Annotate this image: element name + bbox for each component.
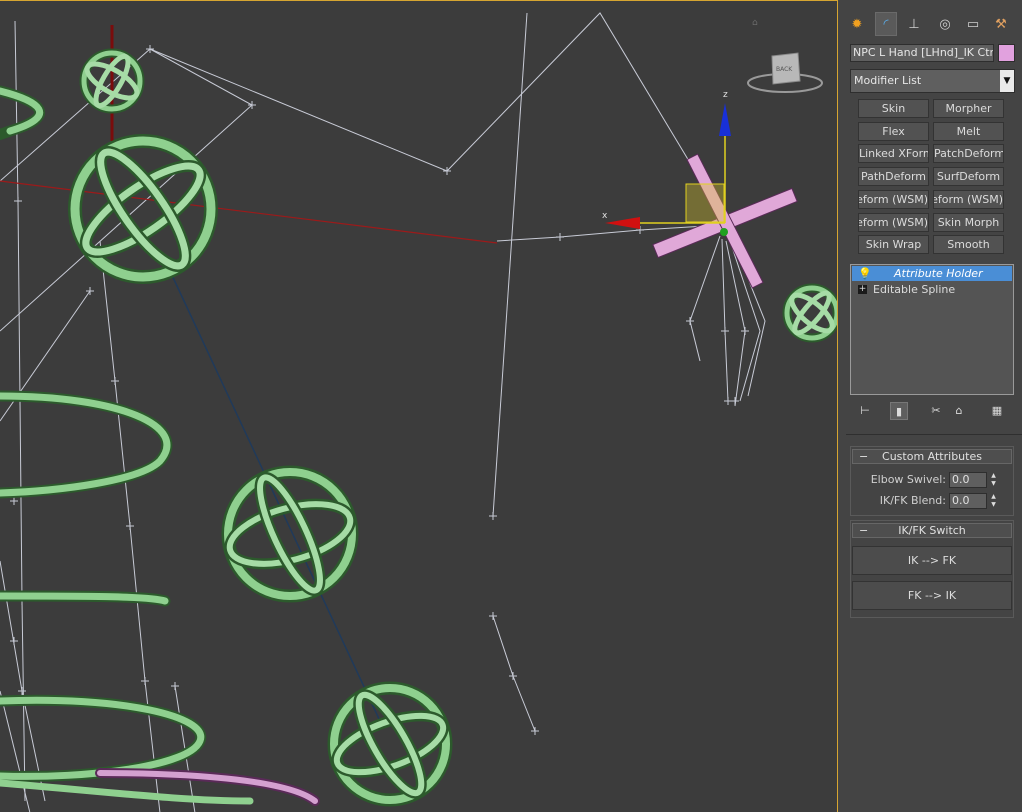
pin-stack-icon[interactable]: ⊢: [856, 402, 874, 420]
modifier-button-melt[interactable]: Melt: [933, 122, 1004, 141]
stack-item-editable-spline[interactable]: + Editable Spline: [852, 282, 1012, 297]
modifier-button-smooth[interactable]: Smooth: [933, 235, 1004, 254]
ikfk-blend-label: IK/FK Blend:: [879, 494, 946, 507]
spine-line: [169, 270, 381, 722]
modify-tab[interactable]: ◜: [875, 12, 897, 36]
display-monitor-icon: ▭: [966, 16, 980, 32]
viewport-corner-icon: ⌂: [752, 18, 758, 28]
modifier-list-label: Modifier List: [854, 74, 922, 87]
collapse-minus-icon: −: [859, 524, 869, 537]
modifier-button-skin-morph[interactable]: Skin Morph: [933, 213, 1004, 232]
modifier-button-linked-xform[interactable]: Linked XForm: [858, 144, 929, 163]
viewcube-back-label: BACK: [776, 66, 793, 73]
modifier-button-surfdeform-wsm[interactable]: SurfDeform (WSM): [858, 213, 929, 232]
scene-canvas[interactable]: z x BACK ⌂: [0, 1, 838, 812]
configure-sets-icon[interactable]: ▦: [988, 402, 1006, 420]
gizmo-x-label: x: [602, 211, 608, 221]
transform-gizmo[interactable]: z x: [602, 90, 731, 236]
elbow-swivel-label: Elbow Swivel:: [870, 473, 946, 486]
command-panel-tabs: ✹ ◜ ⊥ ◎ ▭ ⚒: [840, 10, 1022, 40]
ikfk-blend-spinner[interactable]: ▲ ▼: [989, 493, 998, 509]
motion-icon: ◎: [939, 16, 951, 32]
modifier-button-patchdeform[interactable]: PatchDeform: [933, 144, 1004, 163]
expand-plus-icon[interactable]: +: [858, 285, 867, 294]
elbow-swivel-spinner[interactable]: ▲ ▼: [989, 472, 998, 488]
ikfk-blend-input[interactable]: 0.0: [949, 493, 987, 509]
viewcube[interactable]: BACK: [747, 52, 823, 93]
hierarchy-tab[interactable]: ⊥: [903, 12, 925, 36]
make-unique-icon[interactable]: ✂: [927, 402, 945, 420]
stack-toolbar: ⊢ ▮ ✂ ⌂ ▦: [850, 402, 1015, 422]
modifier-button-patchdeform-wsm[interactable]: PatchDeform (WSM): [858, 190, 929, 209]
ik-to-fk-button[interactable]: IK --> FK: [852, 546, 1012, 575]
motion-tab[interactable]: ◎: [934, 12, 956, 36]
modifier-button-skin-wrap[interactable]: Skin Wrap: [858, 235, 929, 254]
modifier-stack[interactable]: 💡 Attribute Holder + Editable Spline: [850, 264, 1014, 395]
modifier-button-pathdeform-wsm[interactable]: PathDeform (WSM): [933, 190, 1004, 209]
utilities-tab[interactable]: ⚒: [990, 12, 1012, 36]
custom-attributes-header[interactable]: − Custom Attributes: [852, 449, 1012, 464]
hierarchy-icon: ⊥: [908, 16, 920, 32]
elbow-swivel-input[interactable]: 0.0: [949, 472, 987, 488]
display-tab[interactable]: ▭: [962, 12, 984, 36]
custom-attributes-title: Custom Attributes: [882, 450, 982, 463]
viewport-perspective[interactable]: z x BACK ⌂: [0, 0, 838, 812]
modify-arc-icon: ◜: [883, 16, 889, 32]
stack-item-label: Attribute Holder: [894, 267, 983, 280]
collapse-minus-icon: −: [859, 450, 869, 463]
sun-icon: ✹: [851, 16, 863, 32]
gimbal-controls[interactable]: [68, 48, 838, 807]
remove-modifier-icon[interactable]: ⌂: [950, 402, 968, 420]
modifier-button-morpher[interactable]: Morpher: [933, 99, 1004, 118]
modifier-button-skin[interactable]: Skin: [858, 99, 929, 118]
fk-to-ik-button[interactable]: FK --> IK: [852, 581, 1012, 610]
ikfk-switch-header[interactable]: − IK/FK Switch: [852, 523, 1012, 538]
hammer-icon: ⚒: [995, 16, 1007, 32]
chevron-down-icon: ▼: [1000, 70, 1014, 92]
modifier-button-pathdeform[interactable]: PathDeform: [858, 167, 929, 186]
lightbulb-icon[interactable]: 💡: [858, 266, 872, 281]
show-end-result-icon[interactable]: ▮: [890, 402, 908, 420]
divider: [846, 434, 1022, 435]
gizmo-z-label: z: [723, 90, 728, 100]
modifier-button-flex[interactable]: Flex: [858, 122, 929, 141]
ikfk-switch-title: IK/FK Switch: [898, 524, 966, 537]
object-name-field[interactable]: NPC L Hand [LHnd]_IK Ctrl_F: [850, 44, 994, 62]
object-color-swatch[interactable]: [998, 44, 1015, 62]
modifier-list-dropdown[interactable]: Modifier List ▼: [850, 69, 1015, 93]
create-tab[interactable]: ✹: [846, 12, 868, 36]
modifier-button-surfdeform[interactable]: SurfDeform: [933, 167, 1004, 186]
stack-item-label: Editable Spline: [873, 283, 956, 296]
stack-item-attribute-holder[interactable]: 💡 Attribute Holder: [852, 266, 1012, 281]
command-panel: ✹ ◜ ⊥ ◎ ▭ ⚒ NPC L Hand [LHnd]_IK Ctrl_F …: [840, 0, 1022, 812]
